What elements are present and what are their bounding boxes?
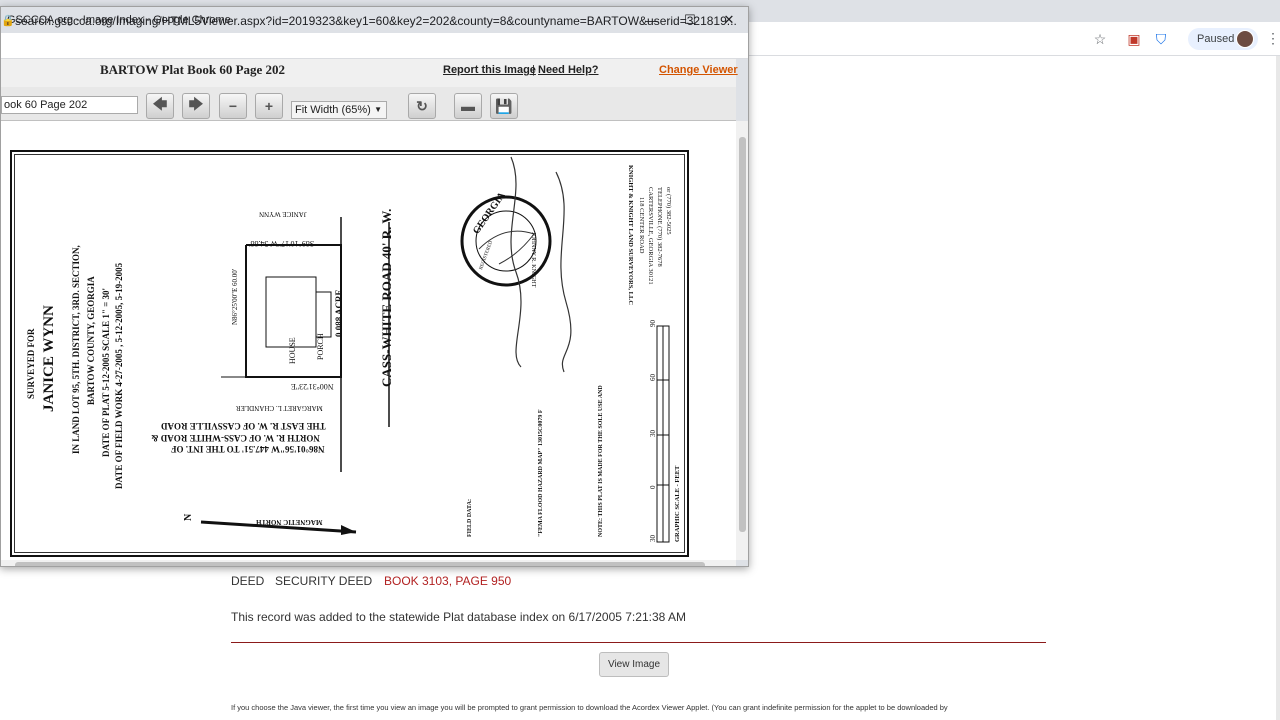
deed-book-link[interactable]: BOOK 3103, PAGE 950 (384, 574, 511, 588)
road-label: CASS-WHITE ROAD 40' R. W. (379, 208, 394, 387)
profile-label: Paused (1197, 33, 1235, 45)
surveyor-address: 118 CENTER ROAD (638, 197, 645, 254)
chevron-down-icon: ▼ (374, 105, 382, 114)
bearing-top: S89°10'17"W 54.88' (249, 239, 315, 248)
zoom-value: Fit Width (65%) (295, 104, 371, 116)
field-data-label: FIELD DATA: (467, 499, 473, 537)
date-of-plat: DATE OF PLAT 5-12-2005 SCALE 1" = 30' (101, 287, 111, 457)
kebab-menu-icon[interactable]: ⋮ (1266, 30, 1280, 48)
shield-extension-icon[interactable]: ⛉ (1152, 30, 1170, 48)
vertical-scroll-thumb[interactable] (739, 137, 746, 532)
horizontal-scroll-thumb[interactable] (15, 562, 705, 566)
image-viewer-window: GSCCCA.org - Image Index - Google Chrome… (0, 6, 749, 567)
scale-tick-90: 90 (649, 320, 657, 327)
zoom-select[interactable]: Fit Width (65%) ▼ (291, 101, 387, 119)
zoom-out-icon[interactable]: − (219, 93, 247, 119)
neighbor-top: JANICE WYNN (259, 210, 307, 218)
divider (231, 642, 1046, 643)
change-viewer-link[interactable]: Change Viewer (659, 64, 738, 76)
survey-drawing (200, 217, 390, 535)
scale-tick-30a: 30 (649, 535, 657, 542)
arrow-right-icon[interactable]: 🡆 (182, 93, 210, 119)
bearing-north: N86°25'00"E 60.00' (231, 268, 239, 325)
bookmark-star-icon[interactable]: ☆ (1091, 30, 1109, 48)
background-scrollbar[interactable] (1276, 56, 1280, 720)
flood-note: "FEMA FLOOD HAZARD MAP" 13015C0079 F (538, 409, 544, 538)
porch-label: PORCH (316, 333, 325, 360)
graphic-scale-bar (656, 325, 670, 543)
land-lot-text: IN LAND LOT 95, 5TH. DISTRICT, 3RD. SECT… (71, 245, 81, 454)
rotate-icon[interactable]: ↻ (408, 93, 436, 119)
address-bar[interactable] (1, 33, 748, 59)
surveyor-city: CARTERSVILLE, GEORGIA 30121 (647, 187, 654, 285)
java-viewer-note: If you choose the Java viewer, the first… (231, 703, 948, 712)
record-added-text: This record was added to the statewide P… (231, 610, 686, 624)
scale-tick-30b: 30 (649, 430, 657, 437)
url-text[interactable]: search.gsccca.org/Imaging/HTML5Viewer.as… (15, 14, 737, 28)
bearing-south: N00°31'23"E (291, 382, 334, 391)
surveyor-name: KNIGHT & KNIGHT LAND SURVEYORS, LLC (627, 165, 634, 306)
zoom-in-icon[interactable]: + (255, 93, 283, 119)
graphic-scale-label: GRAPHIC SCALE - FEET (674, 465, 681, 542)
house-label: HOUSE (288, 337, 297, 364)
deed-type: SECURITY DEED (275, 574, 373, 588)
save-icon[interactable]: 💾 (490, 93, 518, 119)
avatar[interactable] (1236, 30, 1254, 48)
scale-tick-0: 0 (649, 485, 657, 490)
pdf-extension-icon[interactable]: ▣ (1125, 30, 1143, 48)
document-input[interactable]: ook 60 Page 202 (1, 96, 138, 114)
view-image-button[interactable]: View Image (599, 652, 669, 677)
arrow-left-icon[interactable]: 🡄 (146, 93, 174, 119)
county-text: BARTOW COUNTY, GEORGIA (86, 276, 96, 405)
surveyor-phone: TELEPHONE (770) 382-7678 (656, 187, 663, 267)
link-separator: | (532, 64, 535, 76)
acreage-label: 0.088 ACRE (334, 289, 344, 337)
need-help-link[interactable]: Need Help? (538, 64, 599, 76)
print-icon[interactable]: ▬ (454, 93, 482, 119)
report-image-link[interactable]: Report this Image (443, 64, 536, 76)
date-of-field-work: DATE OF FIELD WORK 4-27-2005 , 5-12-2005… (114, 262, 124, 489)
north-arrow-letter: N (183, 513, 194, 521)
surveyed-for-label: SURVEYED FOR (26, 328, 36, 399)
neighbor-bottom: MARGARET L. CHANDLER (236, 404, 323, 412)
surveyor-fax: or (770) 382-5025 (665, 187, 672, 235)
client-name: JANICE WYNN (41, 305, 57, 412)
plat-note: NOTE: THIS PLAT IS MADE FOR THE SOLE USE… (598, 385, 604, 537)
scale-tick-60: 60 (649, 374, 657, 381)
document-title: BARTOW Plat Book 60 Page 202 (100, 62, 286, 77)
deed-label: DEED (231, 574, 265, 588)
lock-icon: 🔒 (1, 15, 15, 27)
magnetic-north-label: MAGNETIC NORTH (256, 518, 323, 526)
signature-icon (510, 156, 572, 373)
